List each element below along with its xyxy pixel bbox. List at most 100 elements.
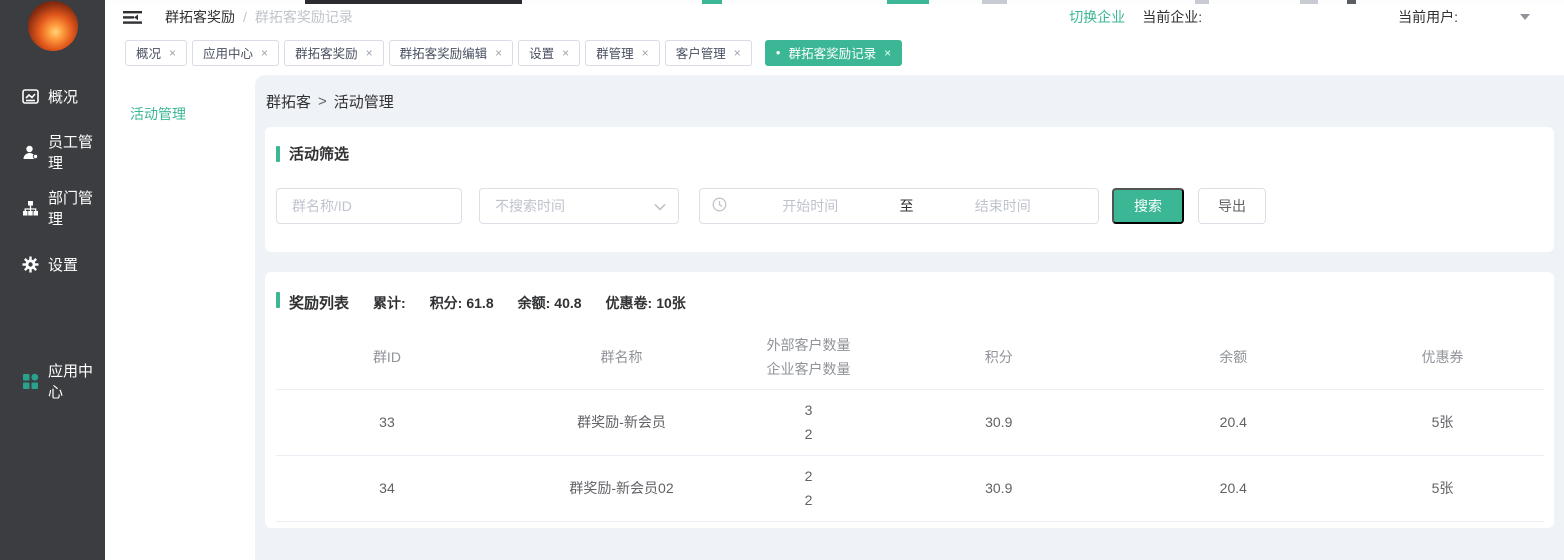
group-name-input[interactable]: 群名称/ID	[276, 188, 462, 224]
rewards-summary-row: 奖励列表 累计: 积分:61.8 余额:40.8 优惠卷:10张	[276, 292, 1544, 313]
tab-group-management[interactable]: 群管理 ×	[585, 40, 660, 66]
cell-coupons: 5张	[1341, 455, 1544, 521]
time-mode-value: 不搜索时间	[495, 196, 565, 216]
subsidebar-item-activity-management[interactable]: 活动管理	[105, 75, 255, 124]
tab-label: 群拓客奖励编辑	[400, 43, 488, 62]
content-panel: 群拓客 > 活动管理 活动筛选 群名称/ID 不搜索时	[255, 75, 1564, 560]
sidebar-item-label: 设置	[48, 254, 78, 275]
header-breadcrumb: 群拓客奖励 / 群拓客奖励记录	[165, 7, 353, 27]
start-time-placeholder[interactable]: 开始时间	[727, 196, 894, 216]
tab-group-rewards[interactable]: 群拓客奖励 ×	[284, 40, 384, 66]
cell-customer-counts: 2 2	[745, 455, 872, 521]
range-separator: 至	[894, 196, 920, 216]
sidebar-fold-icon[interactable]	[123, 10, 142, 25]
activity-filter-card: 活动筛选 群名称/ID 不搜索时间	[265, 127, 1554, 252]
gear-icon	[22, 256, 39, 273]
chevron-down-icon	[654, 198, 666, 214]
section-accent-bar	[276, 146, 280, 162]
export-button[interactable]: 导出	[1198, 188, 1266, 224]
time-mode-select[interactable]: 不搜索时间	[479, 188, 679, 224]
cell-group-id: 33	[276, 389, 498, 455]
rewards-table: 群ID 群名称 外部客户数量 企业客户数量 积分 余额 优惠券	[276, 325, 1544, 522]
end-time-placeholder[interactable]: 结束时间	[920, 196, 1087, 216]
col-balance: 余额	[1126, 325, 1342, 389]
page-body: 活动管理 群拓客 > 活动管理 活动筛选 群名称/ID	[105, 75, 1564, 560]
table-header-row: 群ID 群名称 外部客户数量 企业客户数量 积分 余额 优惠券	[276, 325, 1544, 389]
sidebar-item-label: 概况	[48, 86, 78, 107]
sidebar-item-label: 应用中心	[48, 360, 105, 402]
cell-points: 30.9	[872, 455, 1126, 521]
current-company-label: 当前企业:	[1142, 7, 1202, 27]
cell-points: 30.9	[872, 389, 1126, 455]
clock-icon	[712, 197, 727, 215]
secondary-sidebar: 活动管理	[105, 75, 255, 560]
summary-lead-label: 累计:	[373, 293, 406, 313]
active-tab-dot-icon: ●	[776, 49, 781, 57]
cell-balance: 20.4	[1126, 389, 1342, 455]
filter-section-title: 活动筛选	[276, 143, 1534, 164]
tab-close-icon[interactable]: ×	[495, 47, 502, 59]
date-range-picker[interactable]: 开始时间 至 结束时间	[699, 188, 1099, 224]
app-root: 概况 员工管理 部门管理 设置 应用中心	[0, 0, 1564, 560]
sidebar-item-settings[interactable]: 设置	[0, 244, 105, 284]
chart-icon	[22, 88, 39, 105]
tab-group-rewards-edit[interactable]: 群拓客奖励编辑 ×	[389, 40, 514, 66]
tab-close-icon[interactable]: ×	[734, 47, 741, 59]
tab-close-icon[interactable]: ×	[261, 47, 268, 59]
filter-controls: 群名称/ID 不搜索时间 开始时间	[276, 188, 1534, 224]
current-user-label: 当前用户:	[1398, 7, 1458, 27]
tab-close-icon[interactable]: ×	[366, 47, 373, 59]
content-breadcrumb-parent: 群拓客	[266, 91, 311, 112]
content-breadcrumb: 群拓客 > 活动管理	[255, 75, 1564, 127]
content-breadcrumb-current: 活动管理	[334, 91, 394, 112]
tab-label: 概况	[136, 43, 161, 62]
breadcrumb-parent[interactable]: 群拓客奖励	[165, 7, 235, 27]
tab-settings[interactable]: 设置 ×	[518, 40, 580, 66]
col-group-name: 群名称	[498, 325, 745, 389]
tab-close-icon[interactable]: ×	[884, 47, 891, 59]
tab-close-icon[interactable]: ×	[562, 47, 569, 59]
tab-label: 群拓客奖励	[295, 43, 358, 62]
cell-group-id: 34	[276, 455, 498, 521]
main-sidebar: 概况 员工管理 部门管理 设置 应用中心	[0, 0, 105, 560]
open-tabs-bar: 概况 × 应用中心 × 群拓客奖励 × 群拓客奖励编辑 × 设置 × 群管理 ×	[105, 30, 1564, 75]
sidebar-item-departments[interactable]: 部门管理	[0, 188, 105, 228]
summary-points: 积分:61.8	[430, 293, 494, 313]
main-area: 群拓客奖励 / 群拓客奖励记录 切换企业 当前企业: 当前用户: 概况 × 应用…	[105, 0, 1564, 560]
col-group-id: 群ID	[276, 325, 498, 389]
col-points: 积分	[872, 325, 1126, 389]
cell-group-name: 群奖励-新会员02	[498, 455, 745, 521]
user-dropdown-caret-icon[interactable]	[1520, 14, 1530, 20]
sidebar-item-overview[interactable]: 概况	[0, 76, 105, 116]
tab-close-icon[interactable]: ×	[169, 47, 176, 59]
cell-customer-counts: 3 2	[745, 389, 872, 455]
breadcrumb-current: 群拓客奖励记录	[255, 7, 353, 27]
col-coupons: 优惠券	[1341, 325, 1544, 389]
summary-balance: 余额:40.8	[518, 293, 582, 313]
sidebar-item-employees[interactable]: 员工管理	[0, 132, 105, 172]
table-row: 34 群奖励-新会员02 2 2 30.9 20.4 5张	[276, 455, 1544, 521]
org-tree-icon	[22, 200, 39, 217]
col-customer-counts: 外部客户数量 企业客户数量	[745, 325, 872, 389]
tab-close-icon[interactable]: ×	[642, 47, 649, 59]
filter-title-text: 活动筛选	[289, 143, 349, 164]
cell-coupons: 5张	[1341, 389, 1544, 455]
tab-app-center[interactable]: 应用中心 ×	[192, 40, 279, 66]
section-accent-bar	[276, 292, 280, 308]
sidebar-item-app-center[interactable]: 应用中心	[0, 361, 105, 401]
app-grid-icon	[22, 373, 39, 390]
tab-group-rewards-record[interactable]: ● 群拓客奖励记录 ×	[765, 40, 902, 66]
rewards-list-card: 奖励列表 累计: 积分:61.8 余额:40.8 优惠卷:10张	[265, 272, 1554, 528]
tab-customer-management[interactable]: 客户管理 ×	[665, 40, 752, 66]
sidebar-item-label: 员工管理	[48, 131, 105, 173]
tab-overview[interactable]: 概况 ×	[125, 40, 187, 66]
company-avatar[interactable]	[28, 1, 78, 51]
switch-company-link[interactable]: 切换企业	[1069, 7, 1125, 27]
summary-coupons: 优惠卷:10张	[606, 293, 686, 313]
tab-label: 群拓客奖励记录	[789, 43, 877, 62]
search-button[interactable]: 搜索	[1112, 188, 1184, 224]
tab-label: 应用中心	[203, 43, 253, 62]
employee-icon	[22, 144, 39, 161]
table-row: 33 群奖励-新会员 3 2 30.9 20.4 5张	[276, 389, 1544, 455]
header-right: 切换企业 当前企业: 当前用户:	[1069, 7, 1564, 27]
